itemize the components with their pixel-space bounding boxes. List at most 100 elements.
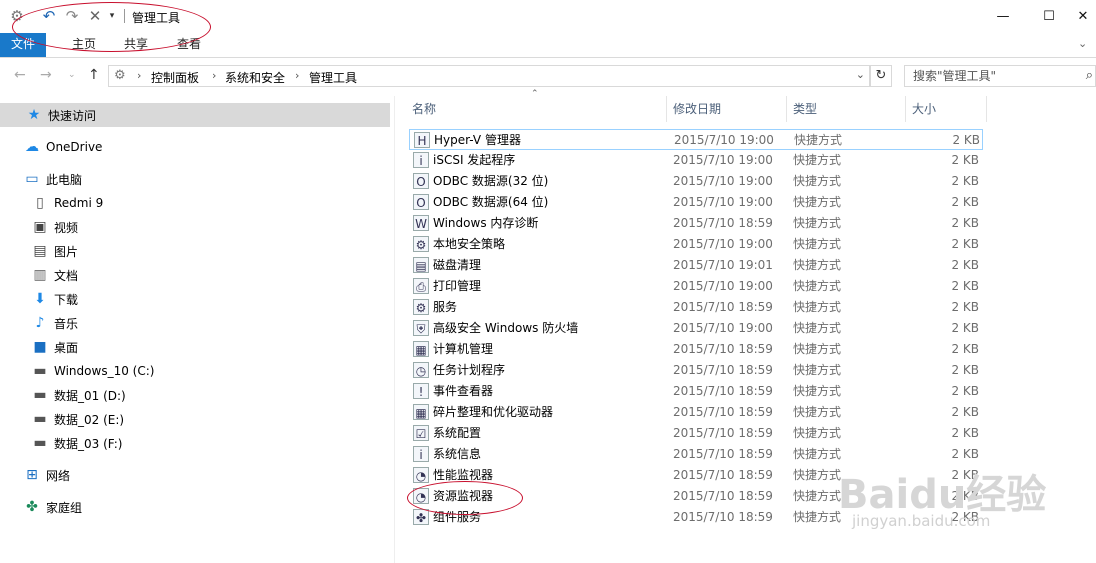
file-size: 2 KB xyxy=(951,153,979,167)
column-header-size[interactable]: 大小 xyxy=(912,96,936,122)
file-name: 高级安全 Windows 防火墙 xyxy=(433,321,579,335)
tab-file[interactable]: 文件 xyxy=(0,33,46,57)
tab-view[interactable]: 查看 xyxy=(177,33,201,57)
nav-item-drive-c[interactable]: ▬ Windows_10 (C:) xyxy=(32,359,154,383)
column-header-date[interactable]: 修改日期 xyxy=(673,96,721,122)
column-divider[interactable] xyxy=(786,96,787,122)
file-name: 资源监视器 xyxy=(433,489,494,503)
column-divider[interactable] xyxy=(666,96,667,122)
tab-home[interactable]: 主页 xyxy=(72,33,96,57)
file-type: 快捷方式 xyxy=(793,258,842,272)
expand-ribbon-icon[interactable]: ⌄ xyxy=(1078,37,1087,50)
nav-item-homegroup[interactable]: ✤ 家庭组 xyxy=(24,495,82,519)
table-row[interactable]: ⚙ 本地安全策略 2015/7/10 19:00 快捷方式 2 KB xyxy=(409,234,983,255)
search-icon[interactable]: ⌕ xyxy=(1086,66,1093,86)
file-size: 2 KB xyxy=(951,195,979,209)
properties-icon[interactable]: ⚙ xyxy=(8,7,26,25)
shortcut-icon: ▦ xyxy=(413,341,429,357)
nav-item-documents[interactable]: ▥ 文档 xyxy=(32,263,78,287)
nav-item-this-pc[interactable]: ▭ 此电脑 xyxy=(24,167,82,191)
recent-locations-icon[interactable]: ⌄ xyxy=(68,70,76,80)
redo-icon[interactable]: ↷ xyxy=(63,7,81,25)
column-header-type[interactable]: 类型 xyxy=(793,96,817,122)
forward-icon[interactable]: → xyxy=(40,67,52,83)
file-name: 系统配置 xyxy=(433,426,482,440)
file-name: 碎片整理和优化驱动器 xyxy=(433,405,554,419)
nav-item-drive-d[interactable]: ▬ 数据_01 (D:) xyxy=(32,383,125,407)
file-size: 2 KB xyxy=(951,258,979,272)
search-input[interactable]: 搜索"管理工具" ⌕ xyxy=(904,65,1096,87)
minimize-button[interactable]: — xyxy=(980,5,1026,27)
table-row[interactable]: ☑ 系统配置 2015/7/10 18:59 快捷方式 2 KB xyxy=(409,423,983,444)
table-row[interactable]: ▤ 磁盘清理 2015/7/10 19:01 快捷方式 2 KB xyxy=(409,255,983,276)
table-row[interactable]: ◷ 任务计划程序 2015/7/10 18:59 快捷方式 2 KB xyxy=(409,360,983,381)
title-bar: ⚙ ↶ ↷ ✕ ▾ 管理工具 — ☐ ✕ xyxy=(0,0,1096,33)
table-row[interactable]: ⛨ 高级安全 Windows 防火墙 2015/7/10 19:00 快捷方式 2 KB xyxy=(409,318,983,339)
nav-item-pictures[interactable]: ▤ 图片 xyxy=(32,239,78,263)
column-divider[interactable] xyxy=(905,96,906,122)
nav-item-onedrive[interactable]: ☁ OneDrive xyxy=(24,135,102,159)
file-size: 2 KB xyxy=(952,133,980,147)
table-row[interactable]: ⎙ 打印管理 2015/7/10 19:00 快捷方式 2 KB xyxy=(409,276,983,297)
file-name: 服务 xyxy=(433,300,458,314)
breadcrumb-separator-icon[interactable]: › xyxy=(295,69,299,82)
column-header-name[interactable]: 名称 xyxy=(412,96,436,122)
file-type: 快捷方式 xyxy=(793,405,842,419)
undo-icon[interactable]: ↶ xyxy=(40,7,58,25)
nav-item-videos[interactable]: ▣ 视频 xyxy=(32,215,78,239)
table-row[interactable]: ▦ 计算机管理 2015/7/10 18:59 快捷方式 2 KB xyxy=(409,339,983,360)
file-name: Windows 内存诊断 xyxy=(433,216,539,230)
file-name: 组件服务 xyxy=(433,510,482,524)
nav-item-network[interactable]: ⊞ 网络 xyxy=(24,463,70,487)
maximize-button[interactable]: ☐ xyxy=(1026,5,1072,27)
shortcut-icon: ☑ xyxy=(413,425,429,441)
back-icon[interactable]: ← xyxy=(14,67,26,83)
table-row[interactable]: i iSCSI 发起程序 2015/7/10 19:00 快捷方式 2 KB xyxy=(409,150,983,171)
file-name: 打印管理 xyxy=(433,279,482,293)
up-icon[interactable]: ↑ xyxy=(88,67,100,83)
drive-icon: ▬ xyxy=(33,435,47,451)
video-icon: ▣ xyxy=(33,219,47,235)
drive-icon: ▬ xyxy=(33,411,47,427)
table-row[interactable]: ! 事件查看器 2015/7/10 18:59 快捷方式 2 KB xyxy=(409,381,983,402)
shortcut-icon: ✤ xyxy=(413,509,429,525)
breadcrumb-control-panel[interactable]: 控制面板 xyxy=(151,69,199,86)
breadcrumb-separator-icon[interactable]: › xyxy=(212,69,216,82)
breadcrumb-admin-tools[interactable]: 管理工具 xyxy=(309,69,357,86)
table-row[interactable]: O ODBC 数据源(32 位) 2015/7/10 19:00 快捷方式 2 KB xyxy=(409,171,983,192)
network-icon: ⊞ xyxy=(26,467,38,483)
file-date: 2015/7/10 18:59 xyxy=(673,426,773,440)
homegroup-icon: ✤ xyxy=(26,499,38,515)
nav-item-music[interactable]: ♪ 音乐 xyxy=(32,311,78,335)
column-divider[interactable] xyxy=(986,96,987,122)
table-row[interactable]: ▦ 碎片整理和优化驱动器 2015/7/10 18:59 快捷方式 2 KB xyxy=(409,402,983,423)
refresh-button[interactable]: ↻ xyxy=(870,65,892,87)
address-dropdown-icon[interactable]: ⌄ xyxy=(856,68,865,81)
address-bar[interactable]: ⚙ › 控制面板 › 系统和安全 › 管理工具 ⌄ xyxy=(108,65,870,87)
customize-toolbar-icon[interactable]: ▾ xyxy=(106,7,118,25)
nav-item-desktop[interactable]: ■ 桌面 xyxy=(32,335,78,359)
tab-share[interactable]: 共享 xyxy=(124,33,148,57)
file-date: 2015/7/10 18:59 xyxy=(673,384,773,398)
table-row[interactable]: H Hyper-V 管理器 2015/7/10 19:00 快捷方式 2 KB xyxy=(409,129,983,150)
close-button[interactable]: ✕ xyxy=(1070,5,1096,27)
table-row[interactable]: O ODBC 数据源(64 位) 2015/7/10 19:00 快捷方式 2 KB xyxy=(409,192,983,213)
file-date: 2015/7/10 19:00 xyxy=(673,321,773,335)
nav-item-drive-f[interactable]: ▬ 数据_03 (F:) xyxy=(32,431,122,455)
table-row[interactable]: ⚙ 服务 2015/7/10 18:59 快捷方式 2 KB xyxy=(409,297,983,318)
desktop-icon: ■ xyxy=(33,339,47,355)
shortcut-icon: ◔ xyxy=(413,467,429,483)
file-size: 2 KB xyxy=(951,300,979,314)
nav-item-drive-e[interactable]: ▬ 数据_02 (E:) xyxy=(32,407,124,431)
document-icon: ▥ xyxy=(33,267,47,283)
nav-item-redmi9[interactable]: ▯ Redmi 9 xyxy=(32,191,103,215)
nav-item-quick-access[interactable]: ★ 快速访问 xyxy=(0,103,390,127)
table-row[interactable]: W Windows 内存诊断 2015/7/10 18:59 快捷方式 2 KB xyxy=(409,213,983,234)
shortcut-icon: ◔ xyxy=(413,488,429,504)
breadcrumb-system-security[interactable]: 系统和安全 xyxy=(225,69,285,86)
nav-item-downloads[interactable]: ⬇ 下载 xyxy=(32,287,78,311)
cloud-icon: ☁ xyxy=(25,139,39,155)
picture-icon: ▤ xyxy=(33,243,47,259)
breadcrumb-separator-icon[interactable]: › xyxy=(137,69,141,82)
delete-icon[interactable]: ✕ xyxy=(86,7,104,25)
